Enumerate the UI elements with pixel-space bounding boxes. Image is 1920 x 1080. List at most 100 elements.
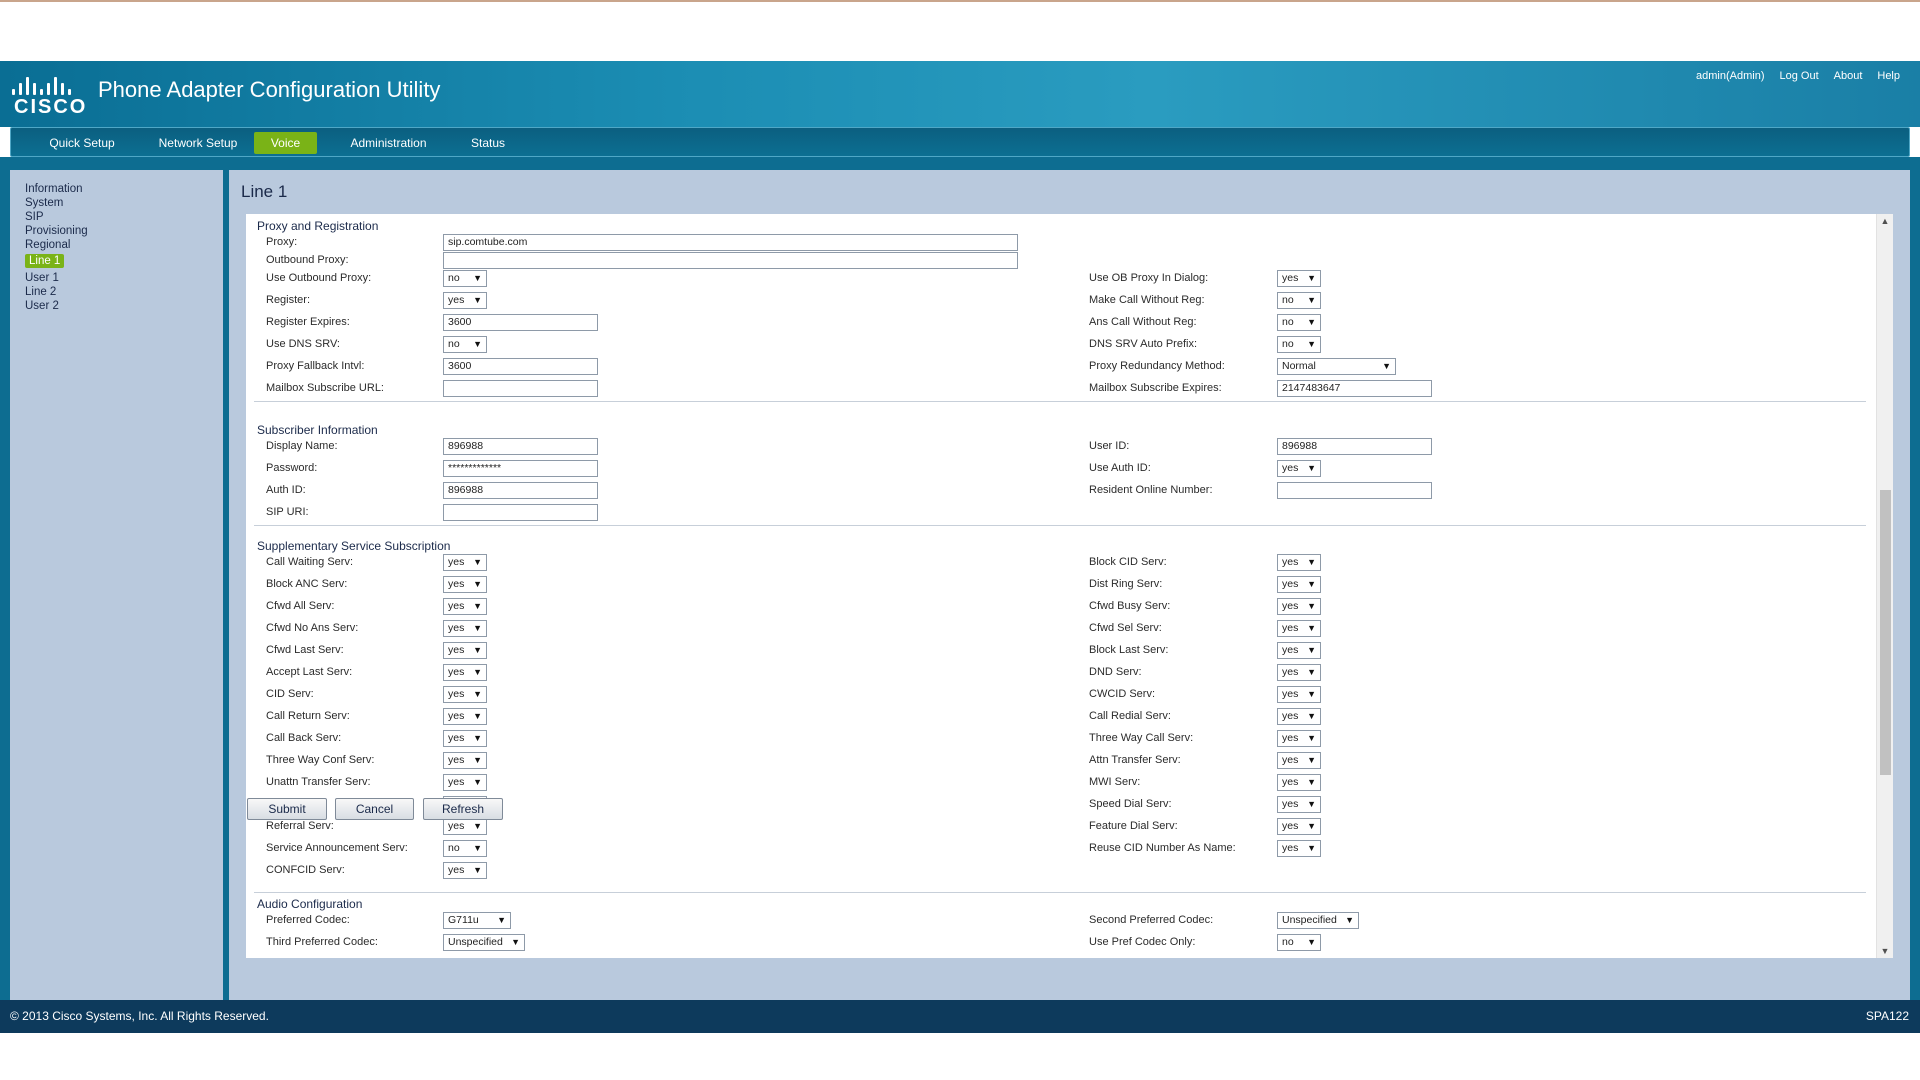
select-value: no [448, 272, 460, 284]
auth-id-input[interactable]: 896988 [443, 482, 598, 499]
service-select[interactable]: yes ▼ [1277, 730, 1321, 747]
dns-srv-auto-prefix-select[interactable]: no ▼ [1277, 336, 1321, 353]
app-title: Phone Adapter Configuration Utility [98, 77, 441, 102]
field-label: Unattn Transfer Serv: [266, 776, 371, 788]
service-select[interactable]: yes ▼ [443, 774, 487, 791]
tab-administration[interactable]: Administration [336, 132, 441, 154]
second-preferred-codec-select[interactable]: Unspecified ▼ [1277, 912, 1359, 929]
tab-status[interactable]: Status [458, 132, 518, 154]
refresh-button[interactable]: Refresh [423, 798, 503, 820]
select-value: yes [1282, 710, 1299, 722]
service-select[interactable]: yes ▼ [443, 598, 487, 615]
service-select[interactable]: yes ▼ [1277, 752, 1321, 769]
sip-uri-input[interactable] [443, 504, 598, 521]
select-value: yes [448, 644, 465, 656]
field-label: Register Expires: [266, 316, 350, 328]
mailbox-subscribe-expires-input[interactable]: 2147483647 [1277, 380, 1432, 397]
service-select[interactable]: yes ▼ [443, 708, 487, 725]
service-select[interactable]: yes ▼ [1277, 796, 1321, 813]
cancel-button[interactable]: Cancel [335, 798, 414, 820]
sidebar-item-line-1[interactable]: Line 1 [25, 254, 65, 268]
chevron-down-icon: ▼ [1307, 463, 1316, 473]
scroll-up-icon[interactable]: ▲ [1877, 216, 1893, 226]
about-link[interactable]: About [1834, 70, 1863, 82]
select-value: yes [1282, 644, 1299, 656]
tab-voice[interactable]: Voice [254, 132, 317, 154]
resident-online-number-input[interactable] [1277, 482, 1432, 499]
service-select[interactable]: yes ▼ [443, 576, 487, 593]
chevron-down-icon: ▼ [1307, 667, 1316, 677]
password-input[interactable]: ************* [443, 460, 598, 477]
panel-scrollbar[interactable]: ▲ ▼ [1876, 214, 1893, 958]
service-select[interactable]: yes ▼ [443, 730, 487, 747]
service-select[interactable]: yes ▼ [1277, 686, 1321, 703]
select-value: yes [448, 622, 465, 634]
select-value: yes [1282, 754, 1299, 766]
logout-link[interactable]: Log Out [1779, 70, 1818, 82]
sidebar-item-system[interactable]: System [25, 197, 63, 209]
service-select[interactable]: yes ▼ [1277, 664, 1321, 681]
display-name-input[interactable]: 896988 [443, 438, 598, 455]
service-select[interactable]: yes ▼ [443, 620, 487, 637]
service-select[interactable]: yes ▼ [443, 752, 487, 769]
service-select[interactable]: yes ▼ [1277, 708, 1321, 725]
sidebar-item-user-2[interactable]: User 2 [25, 300, 59, 312]
preferred-codec-select[interactable]: G711u ▼ [443, 912, 511, 929]
help-link[interactable]: Help [1877, 70, 1900, 82]
field-label: Reuse CID Number As Name: [1089, 842, 1236, 854]
chevron-down-icon: ▼ [473, 821, 482, 831]
service-select[interactable]: yes ▼ [1277, 576, 1321, 593]
make-call-without-reg-select[interactable]: no ▼ [1277, 292, 1321, 309]
sidebar-item-provisioning[interactable]: Provisioning [25, 225, 88, 237]
sidebar-item-user-1[interactable]: User 1 [25, 272, 59, 284]
sidebar-item-line-2[interactable]: Line 2 [25, 286, 56, 298]
service-select[interactable]: yes ▼ [443, 862, 487, 879]
service-select[interactable]: yes ▼ [1277, 598, 1321, 615]
service-select[interactable]: yes ▼ [1277, 840, 1321, 857]
use-ob-proxy-in-dialog-select[interactable]: yes ▼ [1277, 270, 1321, 287]
sidebar-item-information[interactable]: Information [25, 183, 83, 195]
register-expires-input[interactable]: 3600 [443, 314, 598, 331]
use-outbound-proxy-select[interactable]: no ▼ [443, 270, 487, 287]
service-select[interactable]: yes ▼ [443, 818, 487, 835]
field-label: Password: [266, 462, 318, 474]
scroll-thumb[interactable] [1880, 490, 1891, 775]
chevron-down-icon: ▼ [473, 865, 482, 875]
proxy-fallback-intvl-input[interactable]: 3600 [443, 358, 598, 375]
register-select[interactable]: yes ▼ [443, 292, 487, 309]
use-dns-srv-select[interactable]: no ▼ [443, 336, 487, 353]
use-pref-codec-only-select[interactable]: no ▼ [1277, 934, 1321, 951]
service-select[interactable]: yes ▼ [443, 554, 487, 571]
ans-call-without-reg-select[interactable]: no ▼ [1277, 314, 1321, 331]
sidebar-item-regional[interactable]: Regional [25, 239, 70, 251]
service-select[interactable]: no ▼ [443, 840, 487, 857]
chevron-down-icon: ▼ [1307, 339, 1316, 349]
tab-network-setup[interactable]: Network Setup [143, 132, 253, 154]
mailbox-subscribe-url-input[interactable] [443, 380, 598, 397]
chevron-down-icon: ▼ [497, 915, 506, 925]
field-label: Resident Online Number: [1089, 484, 1213, 496]
tab-quick-setup[interactable]: Quick Setup [29, 132, 135, 154]
scroll-down-icon[interactable]: ▼ [1877, 946, 1893, 956]
service-select[interactable]: yes ▼ [1277, 818, 1321, 835]
user-id-input[interactable]: 896988 [1277, 438, 1432, 455]
service-select[interactable]: yes ▼ [443, 642, 487, 659]
service-select[interactable]: yes ▼ [1277, 774, 1321, 791]
select-value: yes [1282, 820, 1299, 832]
submit-button[interactable]: Submit [247, 798, 327, 820]
user-account-link[interactable]: admin(Admin) [1696, 70, 1764, 82]
service-select[interactable]: yes ▼ [1277, 642, 1321, 659]
select-value: yes [448, 754, 465, 766]
chevron-down-icon: ▼ [1307, 799, 1316, 809]
proxy-input[interactable]: sip.comtube.com [443, 234, 1018, 251]
service-select[interactable]: yes ▼ [443, 664, 487, 681]
sidebar-item-sip[interactable]: SIP [25, 211, 44, 223]
proxy-redundancy-method-select[interactable]: Normal ▼ [1277, 358, 1396, 375]
service-select[interactable]: yes ▼ [1277, 554, 1321, 571]
service-select[interactable]: yes ▼ [443, 686, 487, 703]
outbound-proxy-input[interactable] [443, 252, 1018, 269]
select-value: yes [448, 600, 465, 612]
third-preferred-codec-select[interactable]: Unspecified ▼ [443, 934, 525, 951]
service-select[interactable]: yes ▼ [1277, 620, 1321, 637]
use-auth-id-select[interactable]: yes ▼ [1277, 460, 1321, 477]
